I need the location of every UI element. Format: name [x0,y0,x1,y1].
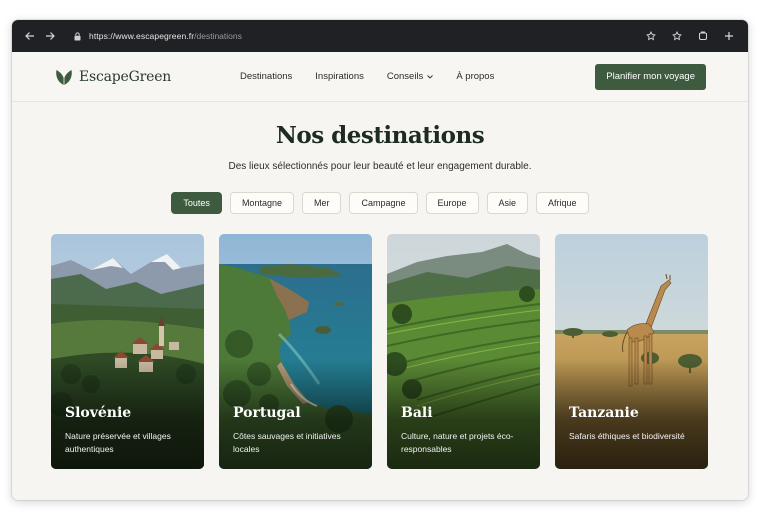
filter-europe[interactable]: Europe [425,192,479,214]
page-subtitle: Des lieux sélectionnés pour leur beauté … [228,161,532,172]
filter-campagne[interactable]: Campagne [349,192,418,214]
nav-destinations[interactable]: Destinations [240,71,292,82]
new-tab-plus-icon[interactable] [718,26,740,46]
address-bar[interactable]: https://www.escapegreen.fr/destinations [74,31,640,41]
destination-description: Côtes sauvages et initiatives locales [233,431,341,454]
browser-window: https://www.escapegreen.fr/destinations … [12,20,748,500]
nav-conseils[interactable]: Conseils [386,71,434,82]
destination-name: Tanzanie [569,405,639,421]
chevron-down-icon [427,74,434,79]
forward-arrow-icon[interactable] [40,26,60,46]
destination-description: Safaris éthiques et biodiversité [569,431,685,441]
nav-inspirations[interactable]: Inspirations [315,71,364,82]
browser-toolbar: https://www.escapegreen.fr/destinations [12,20,748,52]
nav-a-propos[interactable]: À propos [456,71,494,82]
filter-afrique[interactable]: Afrique [536,192,589,214]
filter-montagne[interactable]: Montagne [229,192,294,214]
lock-icon [74,31,81,41]
logo[interactable]: EscapeGreen [54,67,240,87]
main-nav: Destinations Inspirations Conseils À pro… [240,71,494,82]
filter-asie[interactable]: Asie [486,192,529,214]
url-path: /destinations [194,31,242,41]
destination-description: Culture, nature et projets éco-responsab… [401,431,514,454]
destination-card-slovenie[interactable]: Slovénie Nature préservée et villages au… [51,234,204,469]
filter-mer[interactable]: Mer [301,192,342,214]
bookmark-star-icon[interactable] [666,26,688,46]
logo-text: EscapeGreen [79,68,172,85]
destination-card-tanzanie[interactable]: Tanzanie Safaris éthiques et biodiversit… [555,234,708,469]
site-header: EscapeGreen Destinations Inspirations Co… [12,52,748,102]
filter-toutes[interactable]: Toutes [171,192,222,214]
url-host: https://www.escapegreen.fr [89,31,195,41]
destination-card-bali[interactable]: Bali Culture, nature et projets éco-resp… [387,234,540,469]
destination-card-portugal[interactable]: Portugal Côtes sauvages et initiatives l… [219,234,372,469]
nav-conseils-label: Conseils [386,71,424,82]
destination-grid: Slovénie Nature préservée et villages au… [12,234,748,469]
hero: Nos destinations Des lieux sélectionnés … [12,102,748,172]
page-title: Nos destinations [275,122,485,149]
destination-name: Slovénie [65,405,132,421]
plan-trip-button[interactable]: Planifier mon voyage [595,63,706,90]
destination-name: Bali [401,405,433,421]
filter-bar: Toutes Montagne Mer Campagne Europe Asie… [12,192,748,214]
star-icon[interactable] [640,26,662,46]
destination-description: Nature préservée et villages authentique… [65,431,171,454]
destination-name: Portugal [233,405,301,421]
leaf-logo-icon [56,69,72,85]
extensions-icon[interactable] [692,26,714,46]
back-arrow-icon[interactable] [20,26,40,46]
